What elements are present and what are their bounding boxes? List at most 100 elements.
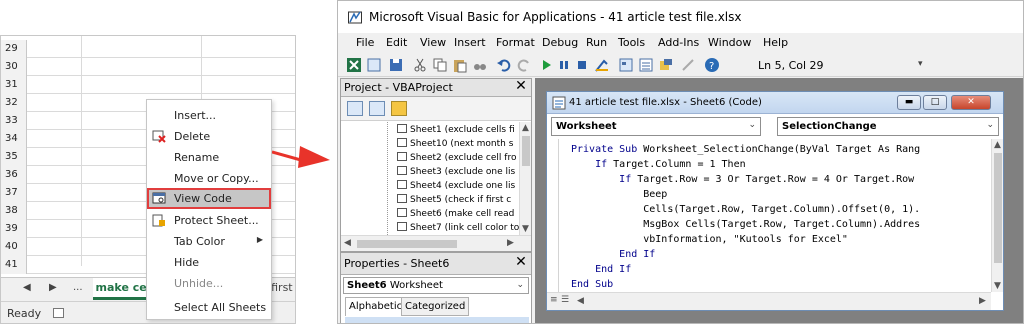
code-line[interactable]: End If — [571, 262, 991, 277]
toolbar-options-icon[interactable]: ▾ — [918, 59, 923, 69]
object-selector[interactable]: Sheet6 Worksheet ⌄ — [343, 277, 529, 294]
menu-item-view-code[interactable]: View Code — [147, 188, 271, 209]
excel-view-icon[interactable] — [346, 57, 362, 73]
code-line[interactable]: If Target.Row = 3 Or Target.Row = 4 Or T… — [571, 172, 991, 187]
project-tree-item[interactable]: Sheet4 (exclude one lis — [397, 180, 515, 192]
row-header[interactable]: 40 — [1, 238, 27, 256]
tab-scroll-right-icon[interactable]: ▶ — [49, 282, 57, 293]
code-vertical-scrollbar[interactable]: ▲ ▼ — [991, 139, 1003, 292]
code-editor[interactable]: Private Sub Worksheet_SelectionChange(By… — [547, 139, 991, 292]
object-combo[interactable]: Worksheet ⌄ — [551, 117, 761, 136]
row-header[interactable]: 36 — [1, 166, 27, 184]
tab-alphabetic[interactable]: Alphabetic — [345, 297, 407, 316]
property-grid[interactable] — [345, 317, 529, 323]
code-line[interactable]: Beep — [571, 187, 991, 202]
menu-edit[interactable]: Edit — [386, 36, 407, 49]
code-line[interactable]: If Target.Column = 1 Then — [571, 157, 991, 172]
macro-record-icon[interactable] — [53, 308, 64, 318]
reset-icon[interactable] — [574, 57, 590, 73]
break-icon[interactable] — [556, 57, 572, 73]
menu-tools[interactable]: Tools — [618, 36, 645, 49]
row-header[interactable]: 29 — [1, 40, 27, 58]
cut-icon[interactable] — [412, 57, 428, 73]
menu-help[interactable]: Help — [763, 36, 788, 49]
menu-debug[interactable]: Debug — [542, 36, 578, 49]
code-line[interactable]: End Sub — [571, 277, 991, 292]
menu-item-rename[interactable]: Rename — [147, 147, 271, 168]
row-header[interactable]: 38 — [1, 202, 27, 220]
paste-icon[interactable] — [452, 57, 468, 73]
menu-run[interactable]: Run — [586, 36, 607, 49]
code-text: Target.Column = 1 Then — [613, 159, 746, 170]
undo-icon[interactable] — [496, 57, 512, 73]
maximize-icon[interactable]: □ — [923, 95, 947, 110]
status-text: Ready — [7, 307, 42, 320]
project-horizontal-scrollbar[interactable]: ◀ ▶ — [341, 235, 531, 251]
menu-item-hide[interactable]: Hide — [147, 252, 271, 273]
project-tree-item[interactable]: Sheet3 (exclude one lis — [397, 166, 515, 178]
object-browser-icon[interactable] — [658, 57, 674, 73]
row-header[interactable]: 35 — [1, 148, 27, 166]
code-horizontal-scrollbar[interactable]: ≡ ☰ ◀ ▶ — [547, 292, 991, 310]
row-header[interactable]: 32 — [1, 94, 27, 112]
row-header[interactable]: 37 — [1, 184, 27, 202]
help-icon[interactable]: ? — [704, 57, 720, 73]
menu-item-protect-sheet[interactable]: Protect Sheet... — [147, 210, 271, 231]
view-object-button[interactable] — [369, 101, 385, 116]
tab-scroll-left-icon[interactable]: ◀ — [23, 282, 31, 293]
full-module-view-icon[interactable]: ☰ — [561, 295, 569, 305]
project-tree-item[interactable]: Sheet1 (exclude cells fi — [397, 124, 515, 136]
project-tree-item[interactable]: Sheet6 (make cell read — [397, 208, 514, 220]
close-icon[interactable]: ✕ — [514, 79, 528, 94]
properties-window-icon[interactable] — [638, 57, 654, 73]
project-tree-item[interactable]: Sheet2 (exclude cell fro — [397, 152, 516, 164]
view-code-button[interactable] — [347, 101, 363, 116]
menu-addins[interactable]: Add-Ins — [658, 36, 699, 49]
menu-view[interactable]: View — [420, 36, 446, 49]
find-icon[interactable] — [472, 57, 488, 73]
tab-categorized[interactable]: Categorized — [401, 297, 470, 316]
worksheet-icon — [397, 180, 407, 189]
close-icon[interactable]: ✕ — [951, 95, 991, 110]
code-line[interactable]: Cells(Target.Row, Target.Column).Offset(… — [571, 202, 991, 217]
menu-item-select-all-sheets[interactable]: Select All Sheets — [147, 297, 271, 318]
procedure-view-icon[interactable]: ≡ — [550, 295, 558, 305]
row-header[interactable]: 33 — [1, 112, 27, 130]
row-header[interactable]: 34 — [1, 130, 27, 148]
row-header[interactable]: 31 — [1, 76, 27, 94]
minimize-icon[interactable]: ▬ — [897, 95, 921, 110]
worksheet-row[interactable]: 31 — [1, 76, 295, 94]
insert-module-icon[interactable] — [366, 57, 382, 73]
menu-window[interactable]: Window — [708, 36, 751, 49]
toggle-folders-button[interactable] — [391, 101, 407, 116]
copy-icon[interactable] — [432, 57, 448, 73]
code-line[interactable]: vbInformation, "Kutools for Excel" — [571, 232, 991, 247]
project-tree-item[interactable]: Sheet5 (check if first c — [397, 194, 511, 206]
code-line[interactable]: MsgBox Cells(Target.Row, Target.Column).… — [571, 217, 991, 232]
menu-insert[interactable]: Insert — [454, 36, 486, 49]
save-icon[interactable] — [388, 57, 404, 73]
row-header[interactable]: 41 — [1, 256, 27, 274]
design-mode-icon[interactable] — [594, 57, 610, 73]
menu-item-delete[interactable]: Delete — [147, 126, 271, 147]
project-tree-item[interactable]: Sheet10 (next month s — [397, 138, 513, 150]
project-tree-item[interactable]: Sheet7 (link cell color to — [397, 222, 519, 234]
run-icon[interactable] — [538, 57, 554, 73]
code-line[interactable]: End If — [571, 247, 991, 262]
row-header[interactable]: 39 — [1, 220, 27, 238]
menu-item-tab-color[interactable]: Tab Color ▶ — [147, 231, 271, 252]
project-explorer-icon[interactable] — [618, 57, 634, 73]
row-header[interactable]: 30 — [1, 58, 27, 76]
worksheet-row[interactable]: 30 — [1, 58, 295, 76]
worksheet-icon — [397, 208, 407, 217]
code-line[interactable]: Private Sub Worksheet_SelectionChange(By… — [571, 142, 991, 157]
procedure-combo[interactable]: SelectionChange ⌄ — [777, 117, 999, 136]
project-vertical-scrollbar[interactable]: ▲ ▼ — [519, 122, 531, 235]
menu-item-insert[interactable]: Insert... — [147, 105, 271, 126]
menu-file[interactable]: File — [356, 36, 374, 49]
menu-item-move-copy[interactable]: Move or Copy... — [147, 168, 271, 189]
worksheet-row[interactable]: 29 — [1, 40, 295, 58]
close-icon[interactable]: ✕ — [514, 255, 528, 270]
menu-format[interactable]: Format — [496, 36, 535, 49]
more-tabs-button[interactable]: ... — [73, 282, 83, 293]
